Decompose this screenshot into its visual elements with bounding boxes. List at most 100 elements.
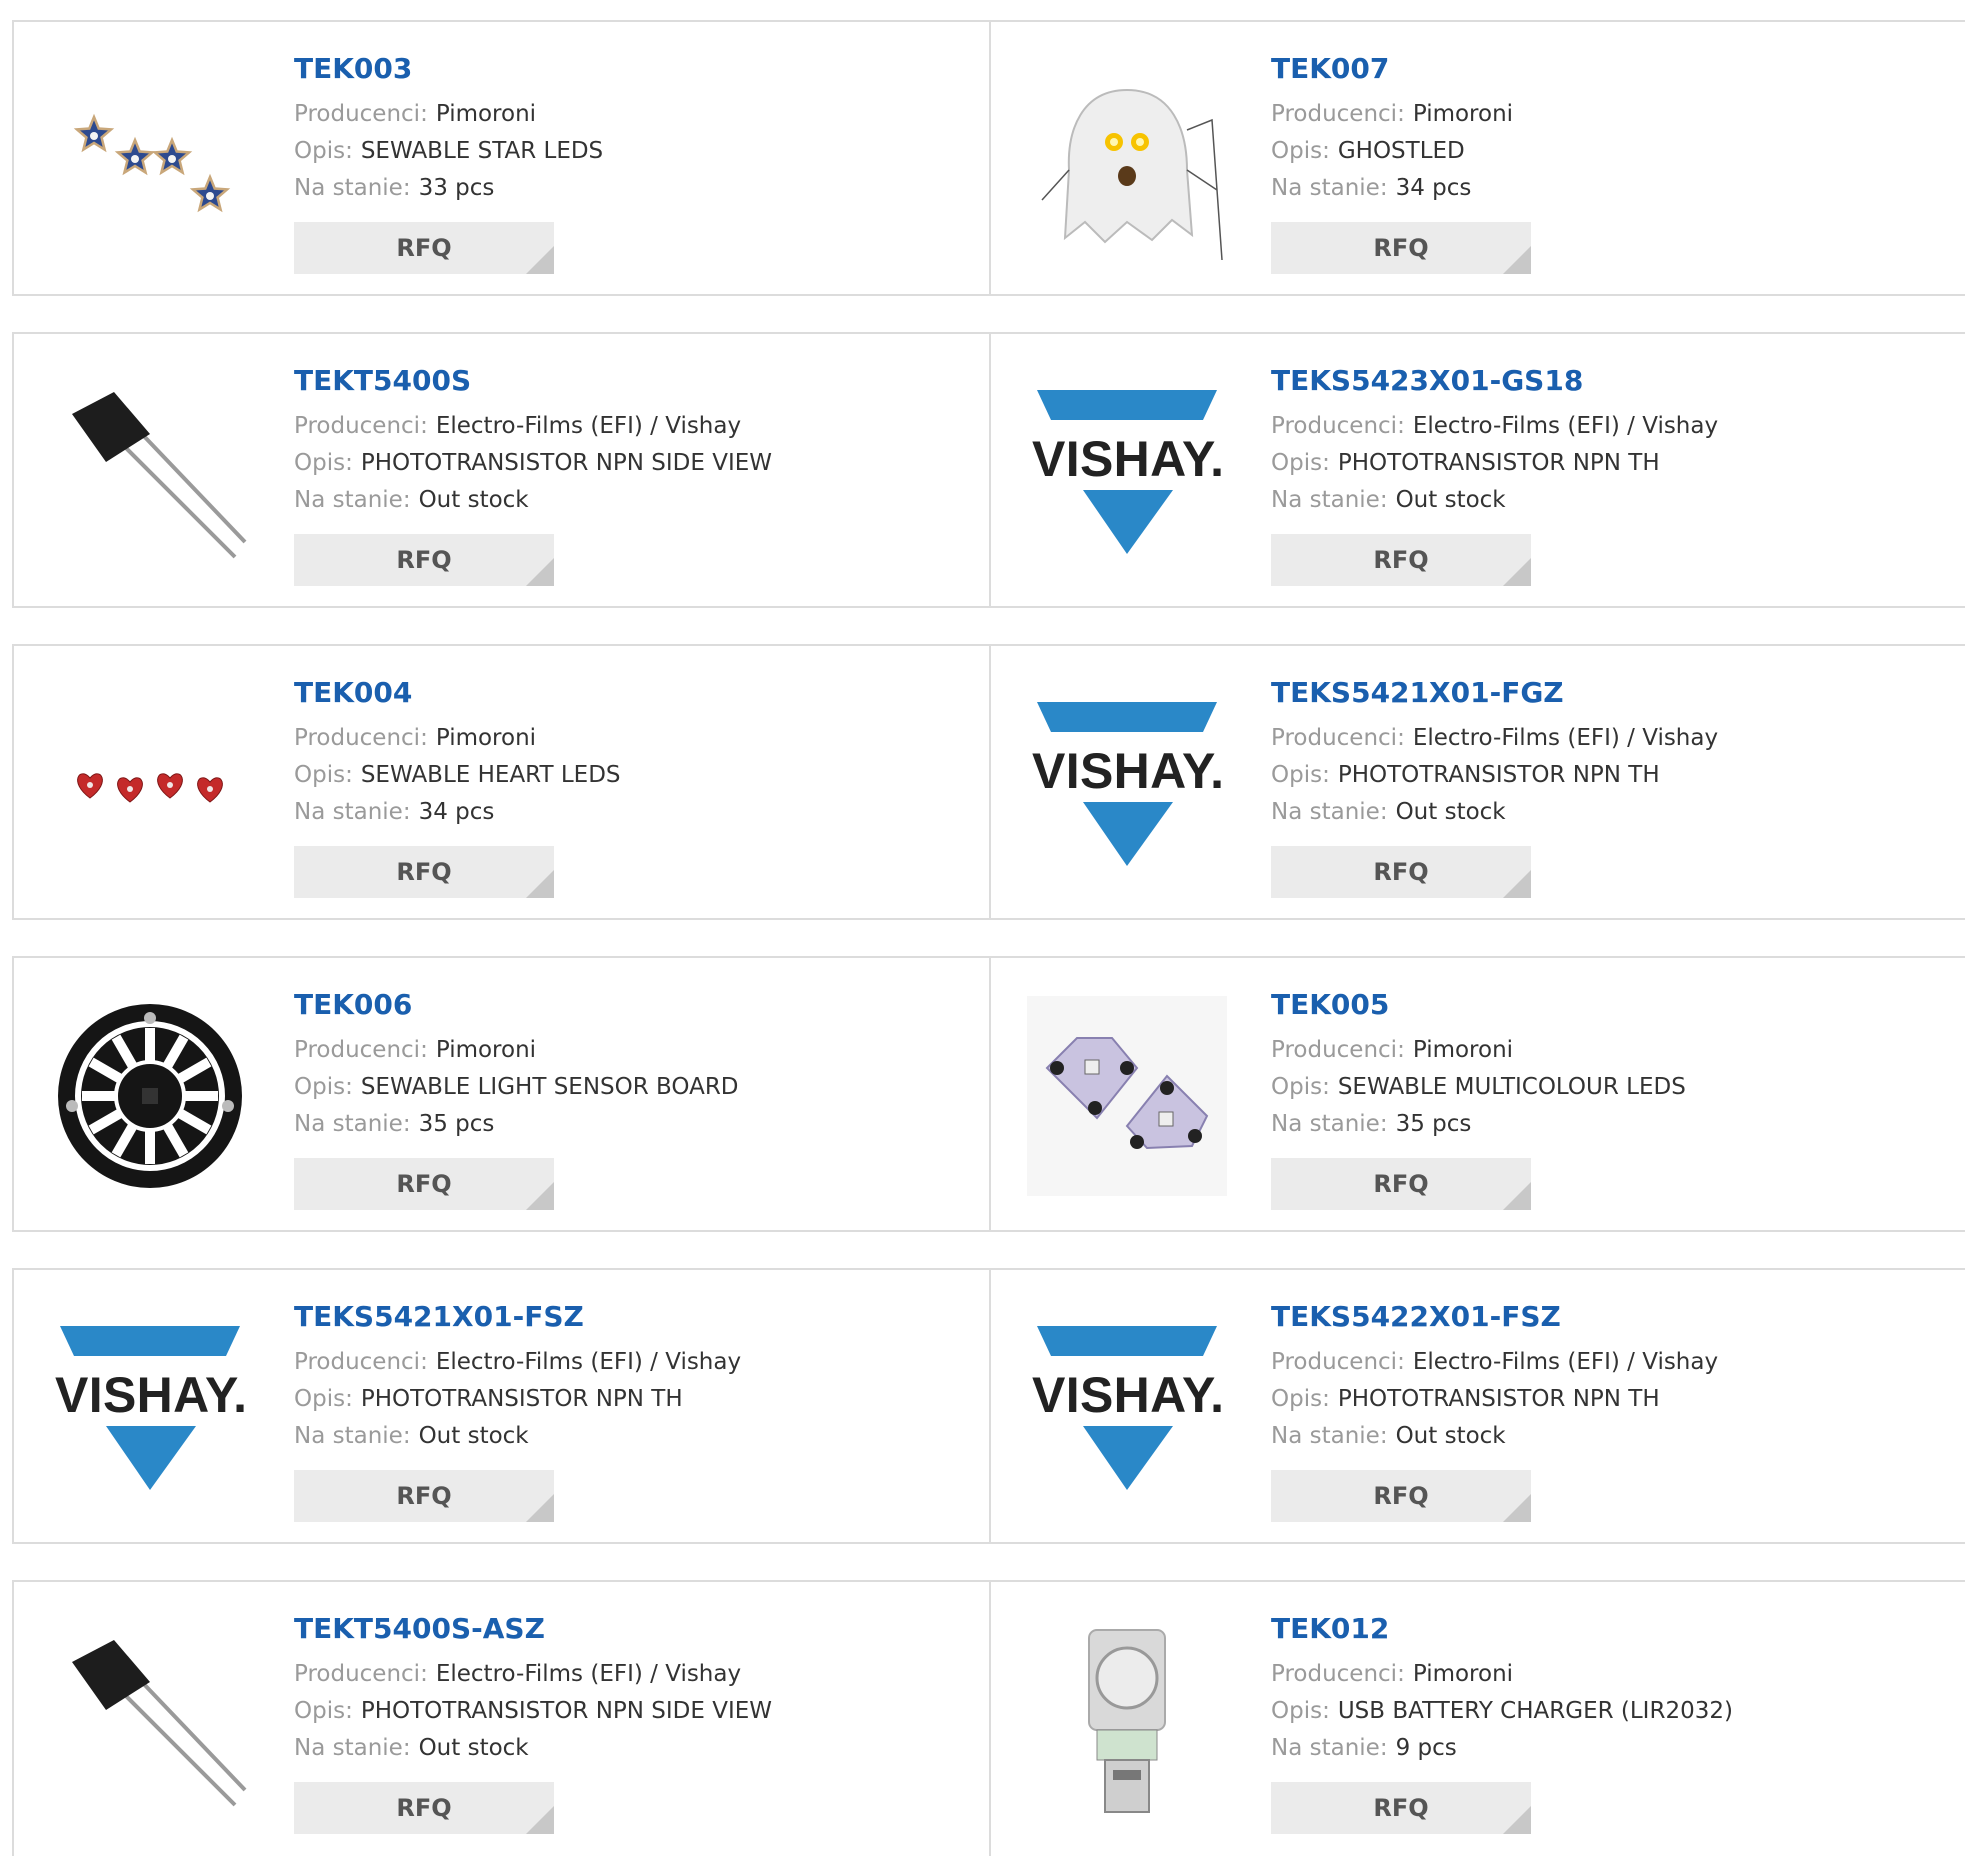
product-grid: TEK003 Producenci: Pimoroni Opis: SEWABLE ST… [12, 0, 1965, 1856]
description-line: Opis: PHOTOTRANSISTOR NPN SIDE VIEW [294, 445, 772, 482]
manufacturer-line: Producenci: Pimoroni [294, 720, 621, 757]
manufacturer-value: Pimoroni [435, 101, 537, 127]
product-card: VISHAY. TEKS5423X01-GS18 Producenci: Electr… [991, 334, 1965, 606]
product-info: TEK006 Producenci: Pimoroni Opis: SEWABLE LI… [294, 988, 739, 1143]
rfq-button[interactable]: RFQ [1271, 846, 1531, 898]
product-image-vishay-logo[interactable]: VISHAY. [50, 1308, 250, 1508]
stock-line: Na stanie: 35 pcs [1271, 1106, 1686, 1143]
product-info: TEKS5421X01-FSZ Producenci: Electro-Films … [294, 1300, 741, 1455]
product-info: TEKS5422X01-FSZ Producenci: Electro-Films … [1271, 1300, 1718, 1455]
product-part-number-link[interactable]: TEK004 [294, 676, 621, 710]
rfq-button[interactable]: RFQ [1271, 1158, 1531, 1210]
description-value: SEWABLE STAR LEDS [360, 138, 604, 164]
product-part-number-link[interactable]: TEKS5421X01-FSZ [294, 1300, 741, 1334]
description-label: Opis: [294, 1074, 353, 1100]
product-part-number-link[interactable]: TEKS5423X01-GS18 [1271, 364, 1718, 398]
product-image-usb-battery-charger[interactable] [1027, 1620, 1227, 1820]
product-info: TEKT5400S-ASZ Producenci: Electro-Films (E… [294, 1612, 772, 1767]
product-image-heart-leds[interactable] [50, 684, 250, 884]
product-part-number-link[interactable]: TEK012 [1271, 1612, 1733, 1646]
rfq-label: RFQ [1373, 858, 1429, 886]
rfq-label: RFQ [396, 1482, 452, 1510]
product-part-number-link[interactable]: TEK007 [1271, 52, 1513, 86]
product-image-vishay-logo[interactable]: VISHAY. [1027, 1308, 1227, 1508]
product-image-star-leds[interactable] [50, 60, 250, 260]
product-card: TEK006 Producenci: Pimoroni Opis: SEWABLE LI… [14, 958, 991, 1230]
manufacturer-line: Producenci: Pimoroni [294, 1032, 739, 1069]
corner-fold-icon [526, 870, 554, 898]
stock-label: Na stanie: [294, 175, 411, 201]
description-value: PHOTOTRANSISTOR NPN TH [1337, 762, 1660, 788]
product-image-phototransistor[interactable] [50, 372, 250, 572]
description-line: Opis: PHOTOTRANSISTOR NPN TH [1271, 445, 1718, 482]
description-label: Opis: [294, 138, 353, 164]
product-row: TEK003 Producenci: Pimoroni Opis: SEWABLE ST… [12, 20, 1965, 296]
product-part-number-link[interactable]: TEKS5422X01-FSZ [1271, 1300, 1718, 1334]
manufacturer-label: Producenci: [294, 1037, 428, 1063]
rfq-label: RFQ [396, 858, 452, 886]
manufacturer-label: Producenci: [1271, 1349, 1405, 1375]
product-info: TEK003 Producenci: Pimoroni Opis: SEWABLE ST… [294, 52, 603, 207]
product-image-light-sensor-board[interactable] [50, 996, 250, 1196]
description-label: Opis: [1271, 1386, 1330, 1412]
description-label: Opis: [1271, 450, 1330, 476]
product-part-number-link[interactable]: TEK006 [294, 988, 739, 1022]
stock-line: Na stanie: Out stock [294, 1418, 741, 1455]
manufacturer-label: Producenci: [294, 725, 428, 751]
product-part-number-link[interactable]: TEK005 [1271, 988, 1686, 1022]
description-label: Opis: [1271, 138, 1330, 164]
description-line: Opis: PHOTOTRANSISTOR NPN SIDE VIEW [294, 1693, 772, 1730]
rfq-button[interactable]: RFQ [1271, 534, 1531, 586]
product-part-number-link[interactable]: TEKT5400S-ASZ [294, 1612, 772, 1646]
stock-label: Na stanie: [1271, 1423, 1388, 1449]
description-label: Opis: [1271, 1074, 1330, 1100]
manufacturer-value: Electro-Films (EFI) / Vishay [435, 413, 742, 439]
manufacturer-label: Producenci: [1271, 413, 1405, 439]
product-row: VISHAY. TEKS5421X01-FSZ Producenci: Electro… [12, 1268, 1965, 1544]
product-part-number-link[interactable]: TEK003 [294, 52, 603, 86]
stock-value: 35 pcs [1395, 1111, 1472, 1137]
product-part-number-link[interactable]: TEKT5400S [294, 364, 772, 398]
rfq-button[interactable]: RFQ [294, 846, 554, 898]
product-card: VISHAY. TEKS5422X01-FSZ Producenci: Electro… [991, 1270, 1965, 1542]
product-info: TEK012 Producenci: Pimoroni Opis: USB BATTER… [1271, 1612, 1733, 1767]
product-part-number-link[interactable]: TEKS5421X01-FGZ [1271, 676, 1718, 710]
stock-line: Na stanie: 34 pcs [1271, 170, 1513, 207]
corner-fold-icon [526, 246, 554, 274]
product-image-ghost-led[interactable] [1027, 60, 1227, 260]
manufacturer-line: Producenci: Electro-Films (EFI) / Vishay [1271, 408, 1718, 445]
description-value: GHOSTLED [1337, 138, 1465, 164]
rfq-label: RFQ [1373, 546, 1429, 574]
product-image-phototransistor[interactable] [50, 1620, 250, 1820]
product-row: TEK004 Producenci: Pimoroni Opis: SEWABLE HE… [12, 644, 1965, 920]
stock-line: Na stanie: 34 pcs [294, 794, 621, 831]
stock-line: Na stanie: Out stock [1271, 482, 1718, 519]
stock-label: Na stanie: [294, 487, 411, 513]
description-value: PHOTOTRANSISTOR NPN TH [1337, 450, 1660, 476]
corner-fold-icon [526, 1494, 554, 1522]
manufacturer-value: Pimoroni [435, 725, 537, 751]
rfq-button[interactable]: RFQ [294, 1158, 554, 1210]
stock-label: Na stanie: [1271, 1111, 1388, 1137]
stock-label: Na stanie: [294, 1423, 411, 1449]
svg-text:VISHAY.: VISHAY. [55, 1367, 245, 1423]
corner-fold-icon [1503, 246, 1531, 274]
rfq-button[interactable]: RFQ [294, 534, 554, 586]
rfq-button[interactable]: RFQ [1271, 1470, 1531, 1522]
product-card: VISHAY. TEKS5421X01-FSZ Producenci: Electro… [14, 1270, 991, 1542]
product-image-multicolour-leds[interactable] [1027, 996, 1227, 1196]
product-image-vishay-logo[interactable]: VISHAY. [1027, 372, 1227, 572]
stock-value: Out stock [1395, 487, 1506, 513]
corner-fold-icon [526, 558, 554, 586]
rfq-button[interactable]: RFQ [294, 1470, 554, 1522]
manufacturer-value: Pimoroni [1412, 101, 1514, 127]
rfq-label: RFQ [396, 546, 452, 574]
rfq-button[interactable]: RFQ [1271, 222, 1531, 274]
stock-label: Na stanie: [294, 1111, 411, 1137]
rfq-button[interactable]: RFQ [294, 1782, 554, 1834]
product-image-vishay-logo[interactable]: VISHAY. [1027, 684, 1227, 884]
product-row: TEKT5400S Producenci: Electro-Films (EFI) … [12, 332, 1965, 608]
rfq-button[interactable]: RFQ [294, 222, 554, 274]
stock-line: Na stanie: Out stock [1271, 794, 1718, 831]
rfq-button[interactable]: RFQ [1271, 1782, 1531, 1834]
